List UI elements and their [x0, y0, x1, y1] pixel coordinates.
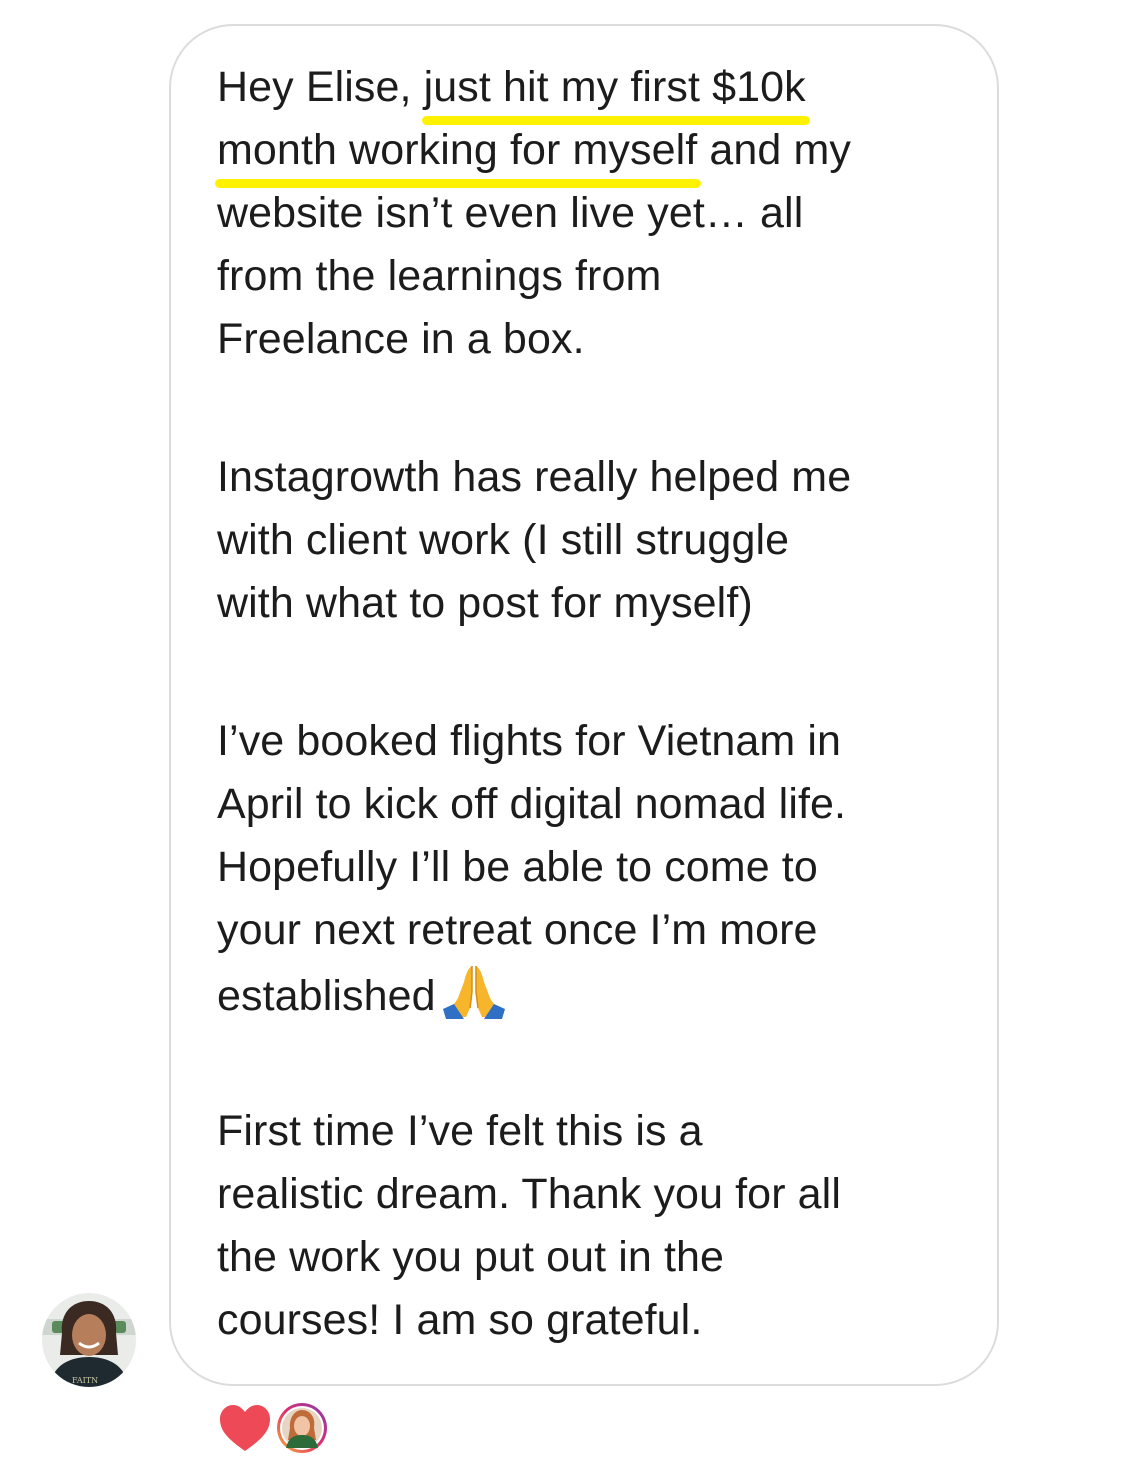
- message-line: April to kick off digital nomad life.: [217, 780, 847, 828]
- message-line: Hopefully I’ll be able to come to: [217, 843, 818, 891]
- reactor-avatar-icon[interactable]: [276, 1402, 328, 1454]
- message-line: established: [217, 962, 977, 1025]
- message-line: from the learnings from: [217, 252, 662, 300]
- message-paragraph-1: Hey Elise, just hit my first $10k month …: [214, 56, 977, 371]
- message-line: with what to post for myself): [217, 579, 753, 627]
- message-line: Instagrowth has really helped me: [217, 453, 852, 501]
- message-text: established: [217, 972, 436, 1020]
- message-paragraph-4: First time I’ve felt this is a realistic…: [217, 1100, 977, 1352]
- message-line: with client work (I still struggle: [217, 516, 790, 564]
- message-line: courses! I am so grateful.: [217, 1296, 703, 1344]
- message-line: your next retreat once I’m more: [217, 906, 818, 954]
- message-line: realistic dream. Thank you for all: [217, 1170, 841, 1218]
- message-text: Hey Elise,: [217, 63, 424, 111]
- svg-text:FAITN: FAITN: [72, 1376, 98, 1385]
- message-line: Freelance in a box.: [217, 315, 585, 363]
- message-line: the work you put out in the: [217, 1233, 725, 1281]
- message-line: I’ve booked flights for Vietnam in: [217, 717, 842, 765]
- message-line: Hey Elise, just hit my first $10k: [217, 56, 977, 125]
- message-paragraph-3: I’ve booked flights for Vietnam in April…: [217, 710, 977, 1025]
- message-line: website isn’t even live yet… all: [217, 189, 804, 237]
- highlighted-text: month working for myself: [214, 119, 702, 188]
- message-reactions[interactable]: [218, 1400, 328, 1456]
- message-text: and my: [697, 126, 852, 174]
- message-paragraph-2: Instagrowth has really helped me with cl…: [217, 446, 977, 635]
- highlighted-text: just hit my first $10k: [421, 56, 810, 125]
- heart-icon[interactable]: [218, 1403, 272, 1453]
- message-line: First time I’ve felt this is a: [217, 1107, 703, 1155]
- folded-hands-emoji-icon: [442, 962, 506, 1038]
- sender-avatar-icon[interactable]: FAITN: [42, 1293, 136, 1387]
- message-line: month working for myself and my: [214, 119, 977, 188]
